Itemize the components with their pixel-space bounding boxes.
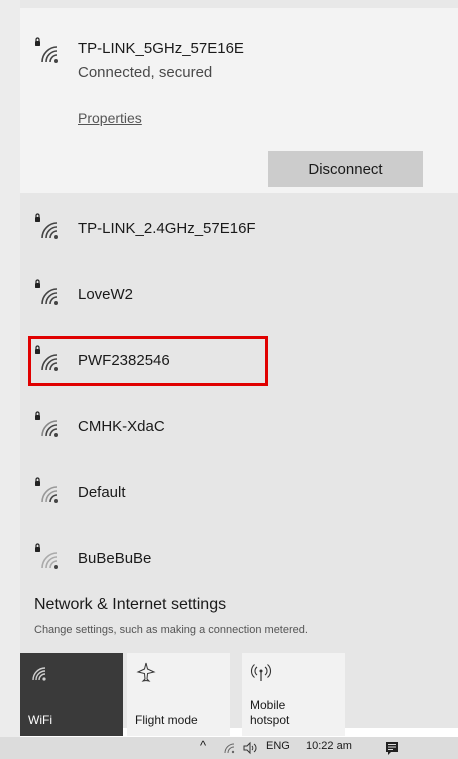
wifi-secured-icon — [35, 477, 58, 503]
action-center-icon[interactable] — [384, 740, 400, 756]
desktop-edge — [0, 0, 20, 759]
network-name: CMHK-XdaC — [78, 418, 165, 435]
connected-network-name: TP-LINK_5GHz_57E16E — [78, 40, 244, 57]
hotspot-icon — [250, 664, 272, 681]
tile-label: Mobile hotspot — [250, 698, 290, 727]
wifi-toggle-tile[interactable]: WiFi — [20, 653, 123, 736]
network-item-default[interactable]: Default — [20, 460, 458, 526]
network-item-bubebube[interactable]: BuBeBuBe — [20, 526, 458, 592]
wifi-secured-icon — [35, 543, 58, 569]
network-name: TP-LINK_2.4GHz_57E16F — [78, 220, 256, 237]
window-top-edge — [0, 0, 458, 8]
properties-link[interactable]: Properties — [78, 110, 142, 126]
network-name: LoveW2 — [78, 286, 134, 303]
input-language[interactable]: ENG — [266, 740, 290, 752]
connection-status: Connected, secured — [78, 64, 213, 81]
network-item-cmhk-xdac[interactable]: CMHK-XdaC — [20, 394, 458, 460]
disconnect-button[interactable]: Disconnect — [268, 151, 423, 187]
wifi-secured-icon — [35, 411, 58, 437]
wifi-secured-icon — [35, 37, 58, 63]
connected-network-panel[interactable]: TP-LINK_5GHz_57E16E Connected, secured P… — [20, 8, 458, 193]
network-name: BuBeBuBe — [78, 550, 152, 567]
mobile-hotspot-tile[interactable]: Mobile hotspot — [242, 653, 345, 736]
tile-label: Flight mode — [135, 713, 198, 727]
wifi-secured-icon — [35, 345, 58, 371]
network-name: PWF2382546 — [78, 352, 170, 369]
speaker-volume-icon[interactable] — [242, 741, 258, 755]
network-settings-subtitle: Change settings, such as making a connec… — [34, 624, 308, 636]
show-hidden-icons-chevron-up-icon[interactable]: ^ — [200, 738, 206, 753]
network-name: Default — [78, 484, 126, 501]
network-item-lovew2[interactable]: LoveW2 — [20, 262, 458, 328]
network-item-tp-link-2-4ghz[interactable]: TP-LINK_2.4GHz_57E16F — [20, 196, 458, 262]
network-settings-link[interactable]: Network & Internet settings — [34, 596, 226, 614]
clock[interactable]: 10:22 am — [306, 740, 352, 752]
network-tray-icon[interactable] — [222, 741, 236, 755]
taskbar: ^ ENG 10:22 am — [0, 737, 458, 759]
screen: TP-LINK_5GHz_57E16E Connected, secured P… — [0, 0, 458, 759]
flight-mode-tile[interactable]: Flight mode — [127, 653, 230, 736]
network-flyout: TP-LINK_5GHz_57E16E Connected, secured P… — [20, 8, 458, 736]
network-item-pwf2382546[interactable]: PWF2382546 — [20, 328, 458, 394]
wifi-secured-icon — [35, 213, 58, 239]
tile-label: WiFi — [28, 713, 52, 727]
airplane-icon — [136, 662, 156, 682]
wifi-secured-icon — [35, 279, 58, 305]
wifi-icon — [32, 667, 46, 681]
